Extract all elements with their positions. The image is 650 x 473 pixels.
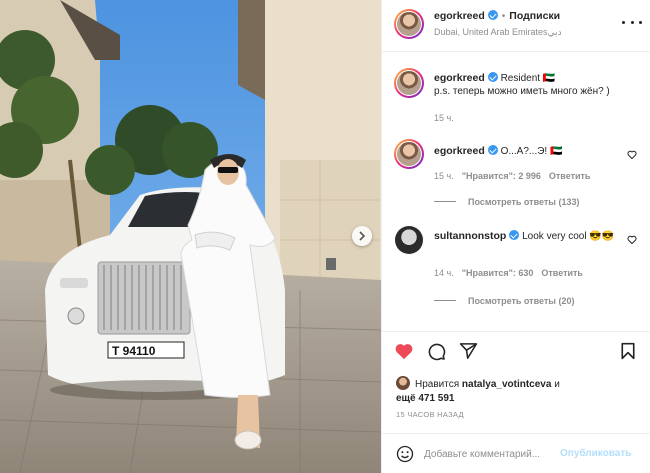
comment-item: egorkreed О...А?...Э! 🇦🇪 xyxy=(434,145,639,158)
post-location[interactable]: Dubai, United Arab Emiratesدبي xyxy=(434,27,562,38)
likes-prefix: Нравится xyxy=(415,379,460,390)
more-icon[interactable] xyxy=(622,15,642,29)
photo-illustration: T 94110 xyxy=(0,0,381,473)
likes-summary: Нравится natalya_votintceva и ещё 471 59… xyxy=(396,376,560,406)
license-plate: T 94110 xyxy=(112,344,156,358)
post-actions: Нравится natalya_votintceva и ещё 471 59… xyxy=(382,331,650,419)
comment-time: 14 ч. xyxy=(434,268,454,278)
comment-like-heart-icon[interactable] xyxy=(627,150,637,159)
comment-likes[interactable]: "Нравится": 630 xyxy=(462,268,534,278)
post-photo: T 94110 xyxy=(0,0,381,473)
comment-input[interactable] xyxy=(424,446,574,462)
comment-meta: 14 ч. "Нравится": 630 Ответить xyxy=(434,268,583,278)
caption-time: 15 ч. xyxy=(434,113,454,123)
caption-text-line1: Resident 🇦🇪 xyxy=(500,73,556,84)
post-header: egorkreed • Подписки Dubai, United Arab Em… xyxy=(382,0,650,52)
caption-avatar[interactable] xyxy=(394,68,424,98)
chevron-right-icon xyxy=(359,231,366,241)
follow-button[interactable]: Подписки xyxy=(509,10,560,22)
comment-username[interactable]: egorkreed xyxy=(434,145,485,157)
post-timestamp[interactable]: 15 ЧАСОВ НАЗАД xyxy=(396,410,464,419)
comment-avatar[interactable] xyxy=(394,139,424,169)
author-avatar[interactable] xyxy=(394,9,424,39)
header-separator: • xyxy=(501,11,506,22)
view-replies-button[interactable]: Посмотреть ответы (133) xyxy=(434,197,580,207)
comment-text: Look very cool 😎😎 xyxy=(522,231,615,242)
liker-username[interactable]: natalya_votintceva xyxy=(462,379,552,390)
comment-likes[interactable]: "Нравится": 2 996 xyxy=(462,171,541,181)
instagram-post-modal: T 94110 egorkreed • Подписки Dubai, Unit… xyxy=(0,0,650,473)
header-title: egorkreed • Подписки xyxy=(434,10,560,22)
caption-username[interactable]: egorkreed xyxy=(434,72,485,84)
comments-list[interactable]: egorkreed Resident 🇦🇪 p.s. теперь можно … xyxy=(382,53,650,329)
caption: egorkreed Resident 🇦🇪 p.s. теперь можно … xyxy=(434,72,639,98)
verified-icon xyxy=(487,72,498,82)
post-comment-button[interactable]: Опубликовать xyxy=(560,448,631,459)
post-side-panel: egorkreed • Подписки Dubai, United Arab Em… xyxy=(381,0,650,473)
comment-item: sultannonstop Look very cool 😎😎 xyxy=(434,230,639,243)
verified-icon xyxy=(509,230,520,240)
heart-icon[interactable] xyxy=(394,342,414,360)
comment-meta: 15 ч. "Нравится": 2 996 Ответить xyxy=(434,171,590,181)
bookmark-icon[interactable] xyxy=(620,342,636,360)
comment-avatar[interactable] xyxy=(394,225,424,255)
comment-like-heart-icon[interactable] xyxy=(627,235,637,244)
comment-icon[interactable] xyxy=(427,342,446,361)
comment-time: 15 ч. xyxy=(434,171,454,181)
reply-button[interactable]: Ответить xyxy=(549,171,591,181)
caption-text-line2: p.s. теперь можно иметь много жён? ) xyxy=(434,86,610,97)
share-icon[interactable] xyxy=(459,342,478,360)
liker-avatar[interactable] xyxy=(396,376,410,390)
likes-conjunction: и xyxy=(554,379,560,390)
emoji-icon[interactable] xyxy=(396,445,414,463)
author-username[interactable]: egorkreed xyxy=(434,10,485,22)
likes-count[interactable]: ещё 471 591 xyxy=(396,393,455,404)
comment-username[interactable]: sultannonstop xyxy=(434,230,506,242)
add-comment-bar: Опубликовать xyxy=(382,433,650,473)
reply-button[interactable]: Ответить xyxy=(541,268,583,278)
verified-icon xyxy=(487,145,498,155)
next-photo-button[interactable] xyxy=(352,226,372,246)
verified-icon xyxy=(487,10,498,20)
view-replies-button[interactable]: Посмотреть ответы (20) xyxy=(434,296,574,306)
comment-text: О...А?...Э! 🇦🇪 xyxy=(500,146,563,157)
